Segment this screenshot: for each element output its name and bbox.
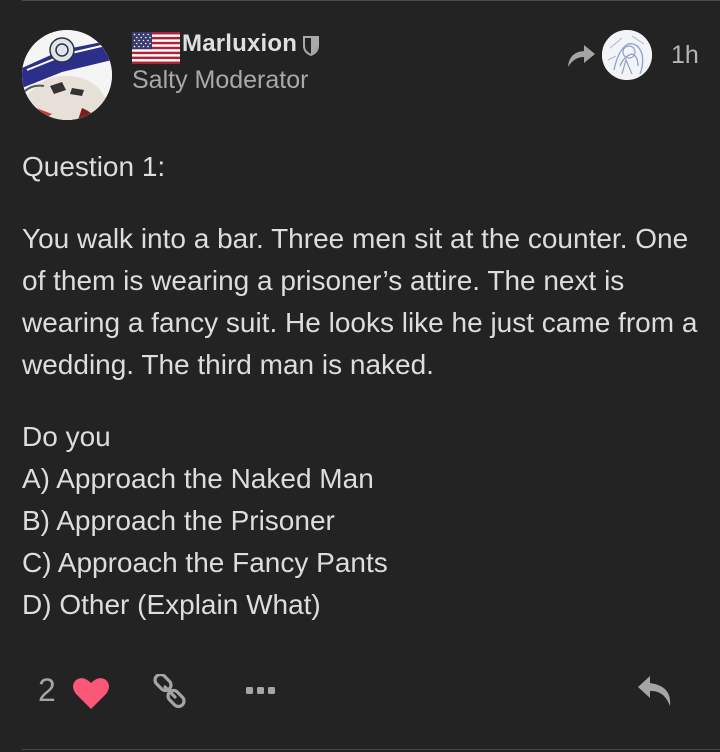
post-paragraph: You walk into a bar. Three men sit at th… (22, 223, 698, 380)
post-heading: Question 1: (22, 151, 166, 182)
us-flag-icon (132, 32, 180, 64)
reply-icon[interactable] (636, 674, 674, 708)
option-b: B) Approach the Prisoner (22, 505, 335, 536)
author-name[interactable]: Marluxion (182, 30, 297, 58)
top-divider (22, 0, 720, 1)
like-count[interactable]: 2 (38, 672, 56, 709)
option-d: D) Other (Explain What) (22, 589, 321, 620)
more-icon[interactable] (244, 684, 278, 698)
shield-icon (303, 36, 319, 57)
reply-to-avatar[interactable] (602, 30, 652, 80)
reply-avatar-image (602, 30, 652, 80)
share-arrow-icon[interactable] (566, 43, 596, 69)
author-avatar[interactable] (22, 30, 112, 120)
post-prompt: Do you (22, 421, 111, 452)
link-icon[interactable] (152, 674, 188, 710)
avatar-image (22, 30, 112, 120)
bottom-divider (22, 749, 720, 750)
heart-icon[interactable] (72, 676, 110, 710)
option-c: C) Approach the Fancy Pants (22, 547, 388, 578)
post-time[interactable]: 1h (671, 41, 699, 70)
post-body: Question 1: You walk into a bar. Three m… (22, 146, 702, 626)
author-title: Salty Moderator (132, 66, 309, 94)
option-a: A) Approach the Naked Man (22, 463, 374, 494)
